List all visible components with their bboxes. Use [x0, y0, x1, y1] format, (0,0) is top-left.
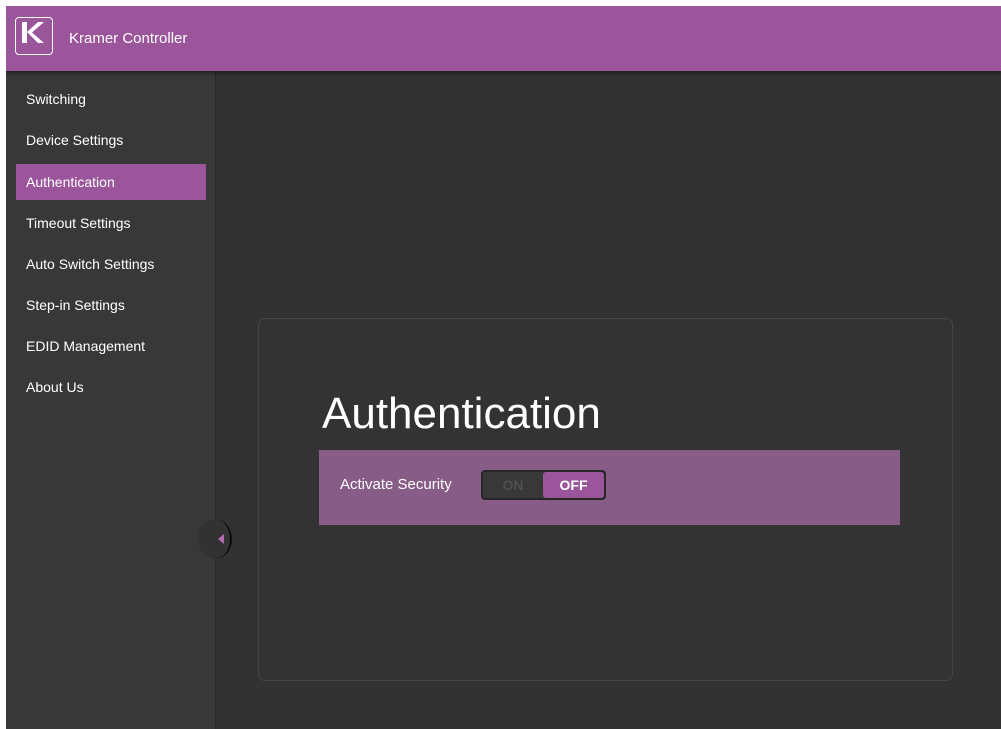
- sidebar-collapse-button[interactable]: [198, 519, 232, 559]
- toggle-off-option[interactable]: OFF: [543, 472, 604, 498]
- sidebar-item-device-settings[interactable]: Device Settings: [16, 122, 206, 158]
- sidebar-item-step-in-settings[interactable]: Step-in Settings: [16, 287, 206, 323]
- app-header: Kramer Controller: [6, 6, 1001, 71]
- page-title: Authentication: [322, 389, 601, 438]
- toggle-on-option[interactable]: ON: [483, 472, 543, 498]
- chevron-left-icon[interactable]: [218, 534, 224, 544]
- app-window: Kramer Controller Switching Device Setti…: [6, 6, 1001, 729]
- setting-label: Activate Security: [340, 476, 452, 493]
- sidebar-item-switching[interactable]: Switching: [16, 81, 206, 117]
- sidebar-item-auto-switch-settings[interactable]: Auto Switch Settings: [16, 246, 206, 282]
- sidebar: Switching Device Settings Authentication…: [6, 71, 216, 729]
- sidebar-item-timeout-settings[interactable]: Timeout Settings: [16, 205, 206, 241]
- sidebar-item-authentication[interactable]: Authentication: [16, 164, 206, 200]
- app-title: Kramer Controller: [69, 30, 188, 47]
- kramer-logo: [15, 17, 53, 55]
- sidebar-item-edid-management[interactable]: EDID Management: [16, 328, 206, 364]
- kramer-logo-icon: [22, 22, 44, 43]
- sidebar-item-about-us[interactable]: About Us: [16, 369, 206, 405]
- security-toggle[interactable]: ON OFF: [481, 470, 606, 500]
- setting-row-activate-security: Activate Security ON OFF: [319, 450, 900, 525]
